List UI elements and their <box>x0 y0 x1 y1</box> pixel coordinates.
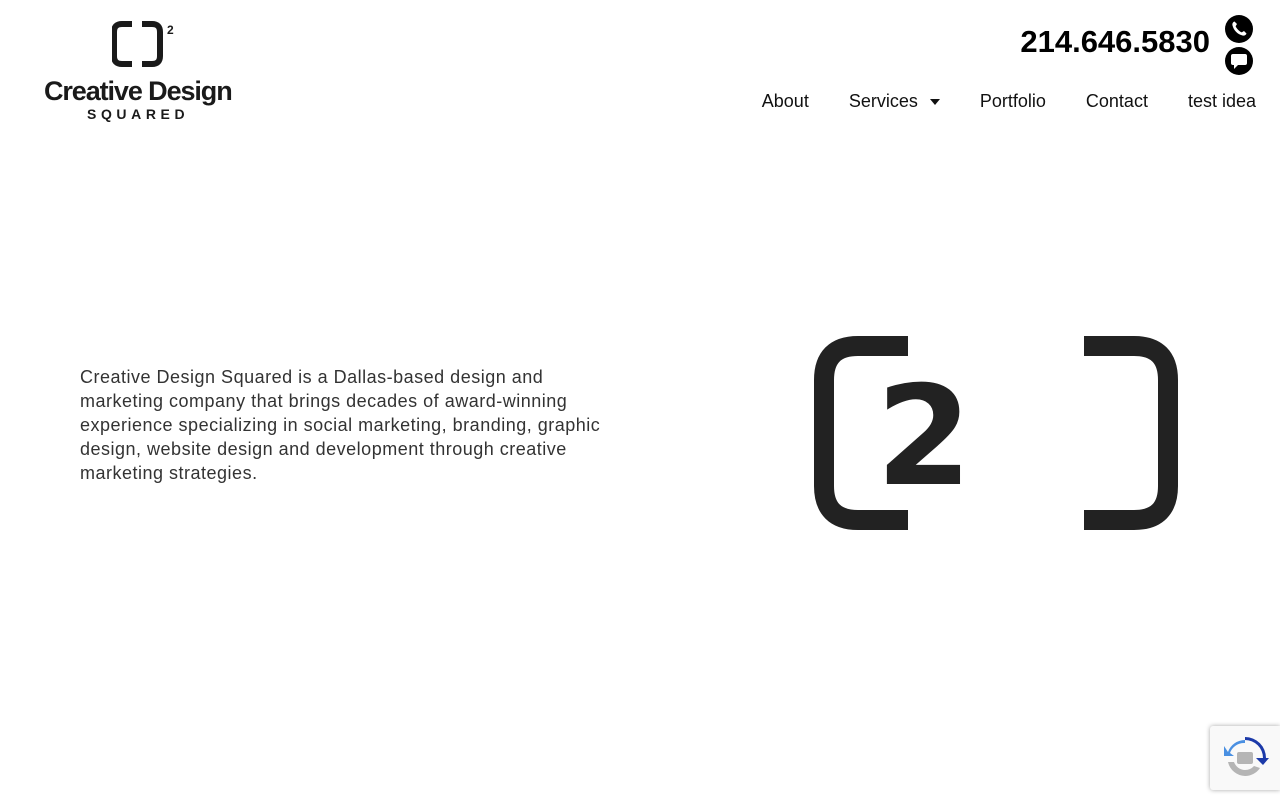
nav-item-test-idea[interactable]: test idea <box>1188 91 1256 112</box>
nav-item-label: test idea <box>1187 91 1256 111</box>
nav-item-services[interactable]: Services <box>849 91 940 112</box>
logo-superscript: 2 <box>167 23 174 37</box>
logo-name: Creative Design <box>44 76 233 106</box>
nav-item-label: About <box>761 91 809 111</box>
brand-mark-digit: 2 <box>876 356 972 517</box>
main-nav: About Services Portfolio Contact test id… <box>762 91 1256 112</box>
right-bracket-shape <box>1084 336 1178 530</box>
nav-item-label: Services <box>848 91 918 111</box>
logo-mark-icon: 2 <box>112 21 174 67</box>
nav-item-about[interactable]: About <box>762 91 809 112</box>
phone-icon[interactable] <box>1224 14 1254 44</box>
page: 2 Creative Design SQUARED 214.646.5830 A… <box>0 0 1280 800</box>
site-logo[interactable]: 2 Creative Design SQUARED <box>44 18 234 124</box>
caret-down-icon[interactable] <box>929 98 940 105</box>
chat-icon[interactable] <box>1224 46 1254 76</box>
logo-subtitle: SQUARED <box>87 106 190 122</box>
nav-item-label: Contact <box>1085 91 1148 111</box>
recaptcha-badge[interactable] <box>1210 726 1280 790</box>
recaptcha-icon <box>1224 737 1269 776</box>
nav-item-contact[interactable]: Contact <box>1086 91 1148 112</box>
contact-icons <box>1224 14 1254 76</box>
phone-number-link[interactable]: 214.646.5830 <box>1020 24 1210 60</box>
nav-item-portfolio[interactable]: Portfolio <box>980 91 1046 112</box>
brand-mark-graphic: 2 <box>814 336 1178 530</box>
nav-item-label: Portfolio <box>979 91 1046 111</box>
intro-text: Creative Design Squared is a Dallas-base… <box>80 367 601 483</box>
